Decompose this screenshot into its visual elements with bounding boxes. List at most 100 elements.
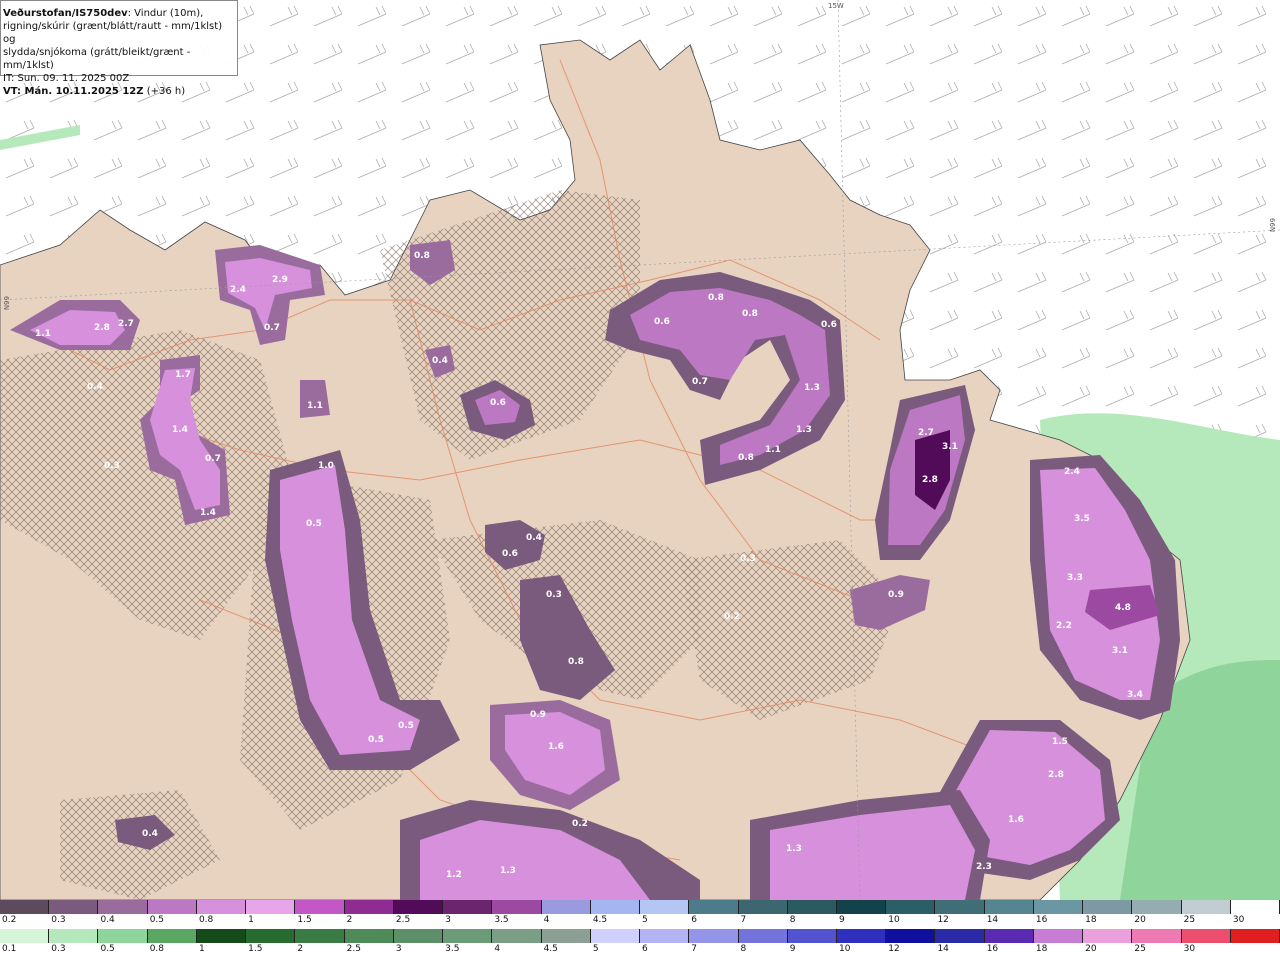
legend_snow-tick-label: 10 — [888, 915, 900, 925]
legend_snow-tick-label: 0.8 — [198, 915, 214, 925]
svg-text:1.3: 1.3 — [500, 866, 516, 876]
svg-text:1.0: 1.0 — [318, 461, 334, 471]
legend_snow-tick-label: 0.4 — [100, 915, 115, 925]
legend_rain-swatch — [196, 929, 247, 943]
legend_rain-swatch — [443, 929, 493, 943]
legend_snow-tick-label: 0.3 — [51, 915, 66, 925]
legend_snow-tick-label: 18 — [1085, 915, 1097, 925]
legend_rain-tick-label: 16 — [986, 944, 999, 954]
svg-text:2.3: 2.3 — [976, 862, 992, 872]
legend_rain-swatch — [49, 929, 99, 943]
legend_snow-swatch — [1230, 900, 1280, 914]
description-line-2: rigning/skúrir (grænt/blátt/rautt - mm/1… — [3, 21, 223, 45]
legend_rain-swatch — [1083, 929, 1133, 943]
svg-text:3.1: 3.1 — [942, 442, 958, 452]
svg-text:3.5: 3.5 — [1074, 514, 1090, 524]
legend_snow-tick-label: 0.5 — [149, 915, 165, 925]
legend_snow-swatch — [0, 900, 50, 914]
svg-text:1.4: 1.4 — [200, 508, 216, 518]
svg-text:1.3: 1.3 — [786, 844, 802, 854]
legend_snow-tick-label: 0.2 — [2, 915, 17, 925]
legend_snow-swatch — [590, 900, 641, 914]
legend_snow-tick-label: 4.5 — [592, 915, 608, 925]
legend-rain: 0.1 0.3 0.5 0.8 1 1.5 2 2.5 3 3.5 4 4.5 5 6 7 8 9 10 12 14 1… — [0, 929, 1280, 958]
legend_snow-tick-label: 14 — [986, 915, 999, 925]
svg-text:0.6: 0.6 — [490, 398, 506, 408]
svg-text:0.6: 0.6 — [654, 317, 670, 327]
legend_rain-tick-label: 7 — [691, 944, 698, 954]
legend_rain-swatch — [98, 929, 148, 943]
svg-text:1.1: 1.1 — [35, 329, 51, 339]
legend_snow-tick-label: 12 — [937, 915, 949, 925]
svg-text:1.7: 1.7 — [175, 370, 191, 380]
legend_rain-swatch — [1033, 929, 1084, 943]
legend_snow-tick-label: 7 — [740, 915, 747, 925]
svg-text:1.6: 1.6 — [1008, 815, 1024, 825]
legend_snow-tick-label: 1 — [248, 915, 254, 925]
legend_snow-swatch — [1181, 900, 1231, 914]
legend_rain-tick-label: 0.8 — [149, 944, 165, 954]
legend_snow-tick-label: 9 — [838, 915, 845, 925]
svg-text:0.5: 0.5 — [306, 519, 322, 529]
svg-text:2.8: 2.8 — [1048, 770, 1064, 780]
svg-text:1.2: 1.2 — [446, 870, 462, 880]
legend_snow-swatch — [640, 900, 690, 914]
svg-text:0.6: 0.6 — [821, 320, 837, 330]
legend_snow-tick-label: 20 — [1134, 915, 1146, 925]
legend_rain-tick-label: 8 — [740, 944, 747, 954]
svg-text:0.9: 0.9 — [888, 590, 904, 600]
svg-text:1.4: 1.4 — [172, 425, 188, 435]
legend_rain-tick-label: 18 — [1035, 944, 1048, 954]
svg-text:0.5: 0.5 — [398, 721, 414, 731]
legend_snow-swatch — [1083, 900, 1133, 914]
svg-text:0.4: 0.4 — [526, 533, 542, 543]
parallel-label-right: 66N — [1268, 218, 1276, 233]
legend_snow-tick-label: 4 — [543, 915, 550, 925]
legend_snow-swatch — [98, 900, 148, 914]
legend_rain-tick-label: 30 — [1183, 944, 1196, 954]
legend_rain-tick-label: 10 — [838, 944, 851, 954]
forecast-map[interactable]: 1.1 2.8 2.7 2.4 2.9 0.7 0.8 0.4 1.7 1.4 … — [0, 0, 1280, 900]
legend_rain-swatch — [836, 929, 887, 943]
legend_rain-tick-label: 3 — [395, 944, 402, 954]
forecast-hour: (+36 h) — [143, 86, 186, 97]
legend_rain-swatch — [984, 929, 1034, 943]
legend_rain-tick-label: 4 — [494, 944, 501, 954]
svg-text:1.1: 1.1 — [307, 401, 323, 411]
description-line-1: : Vindur (10m), — [127, 8, 204, 19]
legend_snow-swatch — [787, 900, 837, 914]
svg-text:0.6: 0.6 — [502, 549, 518, 559]
legend_rain-tick-label: 6 — [642, 944, 648, 954]
legend_snow-tick-label: 16 — [1035, 915, 1048, 925]
legend_snow-swatch — [246, 900, 296, 914]
legend_rain-swatch — [295, 929, 345, 943]
svg-text:0.8: 0.8 — [708, 293, 724, 303]
legend_snow-swatch — [1132, 900, 1182, 914]
legend_rain-swatch — [541, 929, 591, 943]
svg-text:3.4: 3.4 — [1127, 690, 1143, 700]
legend_snow-tick-label: 1.5 — [297, 915, 312, 925]
legend_rain-swatch — [492, 929, 542, 943]
legend_snow-swatch — [393, 900, 444, 914]
legend_rain-swatch — [0, 929, 50, 943]
legend_rain-tick-label: 0.3 — [51, 944, 66, 954]
legend_snow-swatch — [836, 900, 887, 914]
meridian-label-top: 15W — [828, 2, 844, 10]
legend_rain-tick-label: 9 — [789, 944, 796, 954]
valid-time: VT: Mán. 10.11.2025 12Z — [3, 86, 144, 97]
legend_snow-swatch — [49, 900, 99, 914]
svg-text:0.7: 0.7 — [692, 377, 708, 387]
legend_snow-swatch — [738, 900, 788, 914]
legend_snow-swatch — [147, 900, 197, 914]
svg-text:1.6: 1.6 — [548, 742, 564, 752]
svg-text:0.2: 0.2 — [724, 612, 740, 622]
legend_rain-tick-label: 4.5 — [543, 944, 558, 954]
legend_rain-swatch — [1132, 929, 1182, 943]
legend_rain-swatch — [738, 929, 788, 943]
legend_snow-tick-label: 6 — [691, 915, 698, 925]
svg-text:2.8: 2.8 — [94, 323, 110, 333]
legend_snow-swatch — [344, 900, 394, 914]
legend_snow-swatch — [492, 900, 542, 914]
legend_rain-swatch — [689, 929, 739, 943]
legend_rain-tick-label: 1 — [198, 944, 205, 954]
